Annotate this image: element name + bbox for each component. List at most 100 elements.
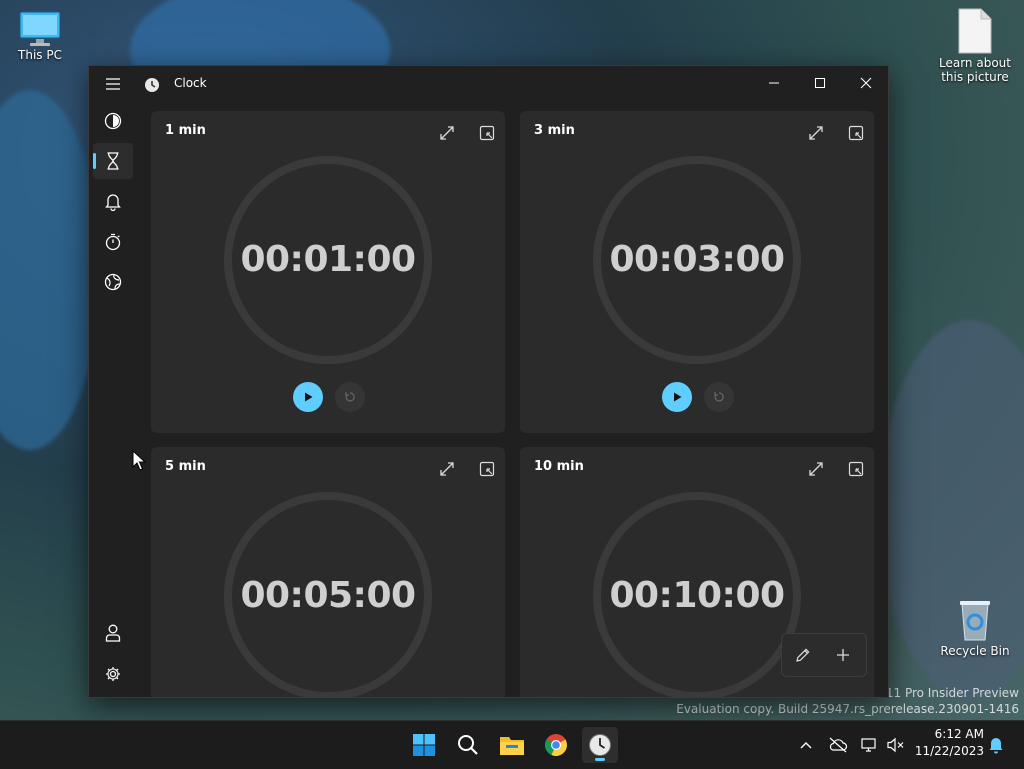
start-timer-button[interactable] [662, 382, 692, 412]
keep-on-top-button[interactable] [842, 455, 870, 483]
keep-on-top-button[interactable] [473, 455, 501, 483]
expand-icon [440, 462, 454, 476]
expand-icon [809, 126, 823, 140]
chrome-button[interactable] [538, 727, 574, 763]
clock-taskbar-button[interactable] [582, 727, 618, 763]
reset-icon [714, 392, 724, 402]
network-tray-button[interactable] [860, 735, 880, 755]
edit-timers-button[interactable] [787, 640, 819, 670]
nav-item-timer[interactable] [93, 143, 133, 179]
timer-name: 10 min [534, 459, 584, 474]
watermark-line2: Evaluation copy. Build 25947.rs_prerelea… [676, 702, 1019, 716]
nav-item-stopwatch[interactable] [93, 224, 133, 260]
pencil-icon [796, 648, 810, 662]
nav-item-world-clock[interactable] [93, 264, 133, 300]
expand-icon [809, 462, 823, 476]
show-hidden-icons-button[interactable] [796, 735, 816, 755]
close-icon [860, 77, 872, 89]
search-button[interactable] [450, 727, 486, 763]
recycle-bin-icon [957, 598, 993, 642]
minimize-icon [769, 82, 779, 84]
timer-name: 5 min [165, 459, 206, 474]
timer-name: 3 min [534, 123, 575, 138]
expand-button[interactable] [433, 455, 461, 483]
gear-icon [106, 667, 120, 681]
nav-item-settings[interactable] [93, 656, 133, 692]
taskbar [0, 720, 1024, 769]
volume-muted-icon [887, 737, 904, 753]
desktop-icon-this-pc[interactable]: This PC [0, 10, 80, 62]
nav-item-focus-sessions[interactable] [93, 103, 133, 139]
bell-icon [105, 194, 121, 211]
title-bar[interactable]: Clock [89, 66, 888, 102]
search-icon [458, 735, 478, 755]
expand-button[interactable] [802, 455, 830, 483]
nav-item-account[interactable] [93, 615, 133, 651]
onedrive-tray-button[interactable] [828, 735, 848, 755]
nav-menu-button[interactable] [93, 66, 133, 102]
clock-app-icon [144, 77, 160, 93]
wallpaper-feather [0, 90, 100, 450]
mouse-cursor-icon [132, 450, 146, 471]
minimize-button[interactable] [751, 66, 797, 100]
keep-on-top-button[interactable] [473, 119, 501, 147]
bell-icon [989, 738, 1003, 754]
clock-window: Clock 1 min 00:01:00 3 min 00:03:00 5 mi… [88, 65, 889, 698]
monitor-icon [19, 10, 61, 46]
timer-time: 00:10:00 [609, 575, 785, 616]
cloud-offline-icon [829, 737, 848, 753]
timer-card[interactable]: 5 min 00:05:00 [151, 447, 505, 697]
timer-time: 00:03:00 [609, 239, 785, 280]
chrome-icon [545, 734, 567, 756]
add-timer-button[interactable] [827, 640, 859, 670]
plus-icon [837, 649, 849, 661]
chevron-up-icon [800, 742, 812, 749]
globe-icon [104, 273, 122, 291]
play-icon [674, 392, 682, 402]
desktop-icon-label: Learn about this picture [939, 56, 1011, 84]
file-explorer-icon [500, 737, 524, 755]
desktop-icon-recycle-bin[interactable]: Recycle Bin [935, 598, 1015, 658]
timer-time: 00:01:00 [240, 239, 416, 280]
hamburger-icon [106, 78, 120, 90]
maximize-icon [815, 78, 825, 88]
reset-icon [345, 392, 355, 402]
clock-app-icon [589, 734, 611, 756]
taskbar-time[interactable]: 6:12 AM [908, 727, 984, 741]
keep-on-top-button[interactable] [842, 119, 870, 147]
expand-button[interactable] [433, 119, 461, 147]
play-icon [305, 392, 313, 402]
pin-window-icon [479, 125, 495, 141]
file-explorer-button[interactable] [494, 727, 530, 763]
timer-card[interactable]: 3 min 00:03:00 [520, 111, 874, 433]
nav-active-indicator [93, 153, 96, 169]
pin-window-icon [848, 125, 864, 141]
maximize-button[interactable] [797, 66, 843, 100]
start-button[interactable] [406, 727, 442, 763]
document-icon [957, 8, 993, 54]
taskbar-active-indicator [595, 758, 605, 761]
volume-tray-button[interactable] [886, 735, 906, 755]
expand-button[interactable] [802, 119, 830, 147]
pin-window-icon [848, 461, 864, 477]
windows-start-icon [413, 734, 435, 756]
reset-timer-button[interactable] [335, 382, 365, 412]
navigation-rail [89, 66, 137, 697]
nav-item-alarm[interactable] [93, 184, 133, 220]
desktop-icon-label: Recycle Bin [940, 644, 1010, 658]
pin-window-icon [479, 461, 495, 477]
timer-name: 1 min [165, 123, 206, 138]
window-title: Clock [174, 76, 207, 90]
desktop-icon-learn-about-picture[interactable]: Learn about this picture [935, 8, 1015, 84]
expand-icon [440, 126, 454, 140]
close-button[interactable] [843, 66, 888, 100]
timer-time: 00:05:00 [240, 575, 416, 616]
reset-timer-button[interactable] [704, 382, 734, 412]
timer-card[interactable]: 1 min 00:01:00 [151, 111, 505, 433]
timer-actions-bar [781, 633, 867, 677]
taskbar-date[interactable]: 11/22/2023 [908, 744, 984, 758]
hourglass-icon [107, 152, 119, 170]
person-icon [105, 624, 121, 642]
start-timer-button[interactable] [293, 382, 323, 412]
notifications-button[interactable] [986, 735, 1006, 755]
